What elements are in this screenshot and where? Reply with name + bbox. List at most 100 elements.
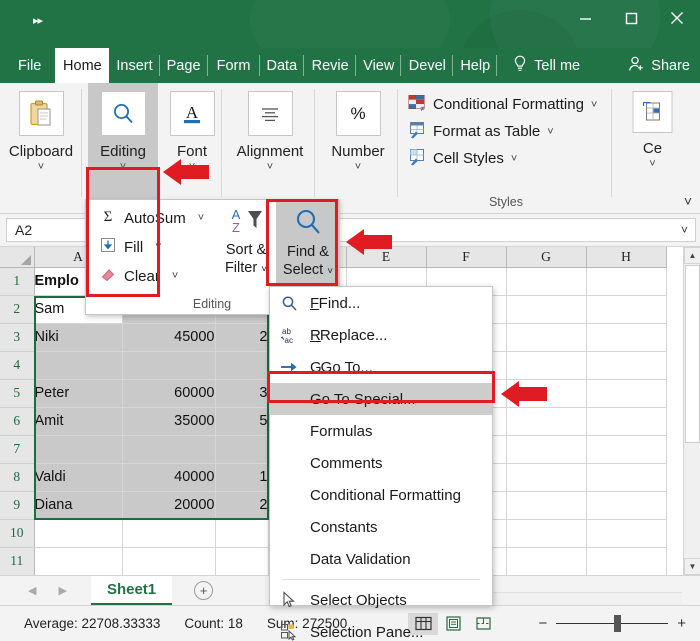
- tab-file[interactable]: File: [0, 48, 55, 83]
- menu-item-constants[interactable]: Constants: [270, 511, 492, 543]
- cell-G11[interactable]: [506, 547, 586, 575]
- cell-B8[interactable]: 40000: [122, 463, 215, 491]
- ribbon-group-styles[interactable]: ≠ Conditional Formatting ˅: [400, 83, 612, 214]
- ribbon-group-clipboard[interactable]: Clipboard ˅: [0, 83, 82, 214]
- menu-item-selection-pane[interactable]: Selection Pane...: [270, 616, 492, 641]
- tab-page-layout[interactable]: Page: [160, 48, 208, 83]
- clear-button[interactable]: Clear ˅: [100, 266, 178, 286]
- cell-A4[interactable]: [34, 351, 122, 379]
- conditional-formatting-button[interactable]: ≠ Conditional Formatting ˅: [408, 91, 597, 118]
- cell-G3[interactable]: [506, 323, 586, 351]
- row-header-4[interactable]: 4: [0, 351, 34, 379]
- cell-C7[interactable]: [215, 435, 268, 463]
- quick-access-toolbar-icon[interactable]: ▸▸: [33, 14, 42, 27]
- cell-A5[interactable]: Peter: [34, 379, 122, 407]
- cell-H7[interactable]: [586, 435, 666, 463]
- tell-me-box[interactable]: Tell me: [497, 48, 580, 83]
- ribbon-group-font[interactable]: A Font ˅: [162, 83, 222, 214]
- alignment-button[interactable]: Alignment ˅: [225, 91, 315, 171]
- cell-H10[interactable]: [586, 519, 666, 547]
- cell-C8[interactable]: 1: [215, 463, 268, 491]
- chevron-down-icon[interactable]: ˅: [681, 223, 688, 237]
- tab-help[interactable]: Help: [453, 48, 497, 83]
- menu-item-select-objects[interactable]: Select Objects: [270, 584, 492, 616]
- cell-C4[interactable]: [215, 351, 268, 379]
- cell-B4[interactable]: [122, 351, 215, 379]
- chevron-down-icon[interactable]: ˅: [267, 163, 273, 171]
- row-header-11[interactable]: 11: [0, 547, 34, 575]
- menu-item-go-to[interactable]: GGo To...: [270, 351, 492, 383]
- cell-C6[interactable]: 5: [215, 407, 268, 435]
- cell-A11[interactable]: [34, 547, 122, 575]
- zoom-out-button[interactable]: −: [538, 615, 547, 632]
- menu-item-find[interactable]: FFind...: [270, 287, 492, 319]
- cell-C3[interactable]: 2: [215, 323, 268, 351]
- format-as-table-button[interactable]: Format as Table ˅: [408, 118, 597, 145]
- chevron-down-icon[interactable]: ˅: [591, 99, 597, 111]
- tab-home[interactable]: Home: [55, 48, 109, 83]
- cell-G2[interactable]: [506, 295, 586, 323]
- maximize-button[interactable]: [608, 0, 654, 36]
- fill-button[interactable]: Fill ˅: [100, 237, 162, 257]
- menu-item-data-validation[interactable]: Data Validation: [270, 543, 492, 575]
- scrollbar-thumb[interactable]: [685, 265, 700, 443]
- cell-C5[interactable]: 3: [215, 379, 268, 407]
- cell-A8[interactable]: Valdi: [34, 463, 122, 491]
- col-header-H[interactable]: H: [586, 247, 666, 267]
- cell-B10[interactable]: [122, 519, 215, 547]
- share-button[interactable]: Share: [628, 48, 690, 83]
- close-button[interactable]: [654, 0, 700, 36]
- row-header-1[interactable]: 1: [0, 267, 34, 295]
- cell-A3[interactable]: Niki: [34, 323, 122, 351]
- editing-button[interactable]: Editing ˅: [88, 91, 158, 171]
- cell-A7[interactable]: [34, 435, 122, 463]
- cell-B11[interactable]: [122, 547, 215, 575]
- cell-B6[interactable]: 35000: [122, 407, 215, 435]
- cell-B9[interactable]: 20000: [122, 491, 215, 519]
- row-header-9[interactable]: 9: [0, 491, 34, 519]
- ribbon-group-number[interactable]: % Number ˅: [318, 83, 398, 214]
- number-button[interactable]: % Number ˅: [318, 91, 398, 171]
- menu-item-formulas[interactable]: Formulas: [270, 415, 492, 447]
- zoom-slider-thumb[interactable]: [614, 615, 621, 632]
- cell-styles-button[interactable]: Cell Styles ˅: [408, 145, 597, 172]
- tab-data[interactable]: Data: [260, 48, 305, 83]
- nav-prev-icon[interactable]: ◀: [28, 584, 36, 597]
- row-header-8[interactable]: 8: [0, 463, 34, 491]
- row-header-6[interactable]: 6: [0, 407, 34, 435]
- cell-C10[interactable]: [215, 519, 268, 547]
- ribbon-group-editing[interactable]: Editing ˅: [88, 83, 158, 208]
- scroll-up-arrow-icon[interactable]: ▲: [684, 247, 700, 264]
- cell-H11[interactable]: [586, 547, 666, 575]
- cell-H1[interactable]: [586, 267, 666, 295]
- chevron-down-icon[interactable]: ˅: [547, 126, 553, 138]
- chevron-down-icon[interactable]: ˅: [155, 241, 161, 253]
- ribbon-group-cells[interactable]: Ce ˅: [615, 83, 690, 214]
- menu-item-go-to-special[interactable]: Go To Special...: [270, 383, 492, 415]
- row-header-10[interactable]: 10: [0, 519, 34, 547]
- ribbon-group-alignment[interactable]: Alignment ˅: [225, 83, 315, 214]
- chevron-down-icon[interactable]: ˅: [649, 160, 655, 168]
- zoom-control[interactable]: − +: [538, 615, 686, 632]
- chevron-down-icon[interactable]: ˅: [355, 163, 361, 171]
- zoom-in-button[interactable]: +: [677, 615, 686, 632]
- scroll-down-arrow-icon[interactable]: ▼: [684, 558, 700, 575]
- menu-item-comments[interactable]: Comments: [270, 447, 492, 479]
- cell-A9[interactable]: Diana: [34, 491, 122, 519]
- vertical-scrollbar[interactable]: ▲ ▼: [683, 247, 700, 575]
- cell-C11[interactable]: [215, 547, 268, 575]
- row-header-2[interactable]: 2: [0, 295, 34, 323]
- menu-item-replace[interactable]: ab ac RReplace...: [270, 319, 492, 351]
- autosum-button[interactable]: Σ AutoSum ˅: [100, 208, 204, 228]
- cell-H9[interactable]: [586, 491, 666, 519]
- cell-G8[interactable]: [506, 463, 586, 491]
- cell-B7[interactable]: [122, 435, 215, 463]
- nav-next-icon[interactable]: ▶: [58, 584, 66, 597]
- cell-G1[interactable]: [506, 267, 586, 295]
- sheet-tab-sheet1[interactable]: Sheet1: [91, 576, 172, 605]
- select-all-corner[interactable]: [0, 247, 34, 267]
- cell-H6[interactable]: [586, 407, 666, 435]
- row-header-5[interactable]: 5: [0, 379, 34, 407]
- cell-H5[interactable]: [586, 379, 666, 407]
- col-header-F[interactable]: F: [426, 247, 506, 267]
